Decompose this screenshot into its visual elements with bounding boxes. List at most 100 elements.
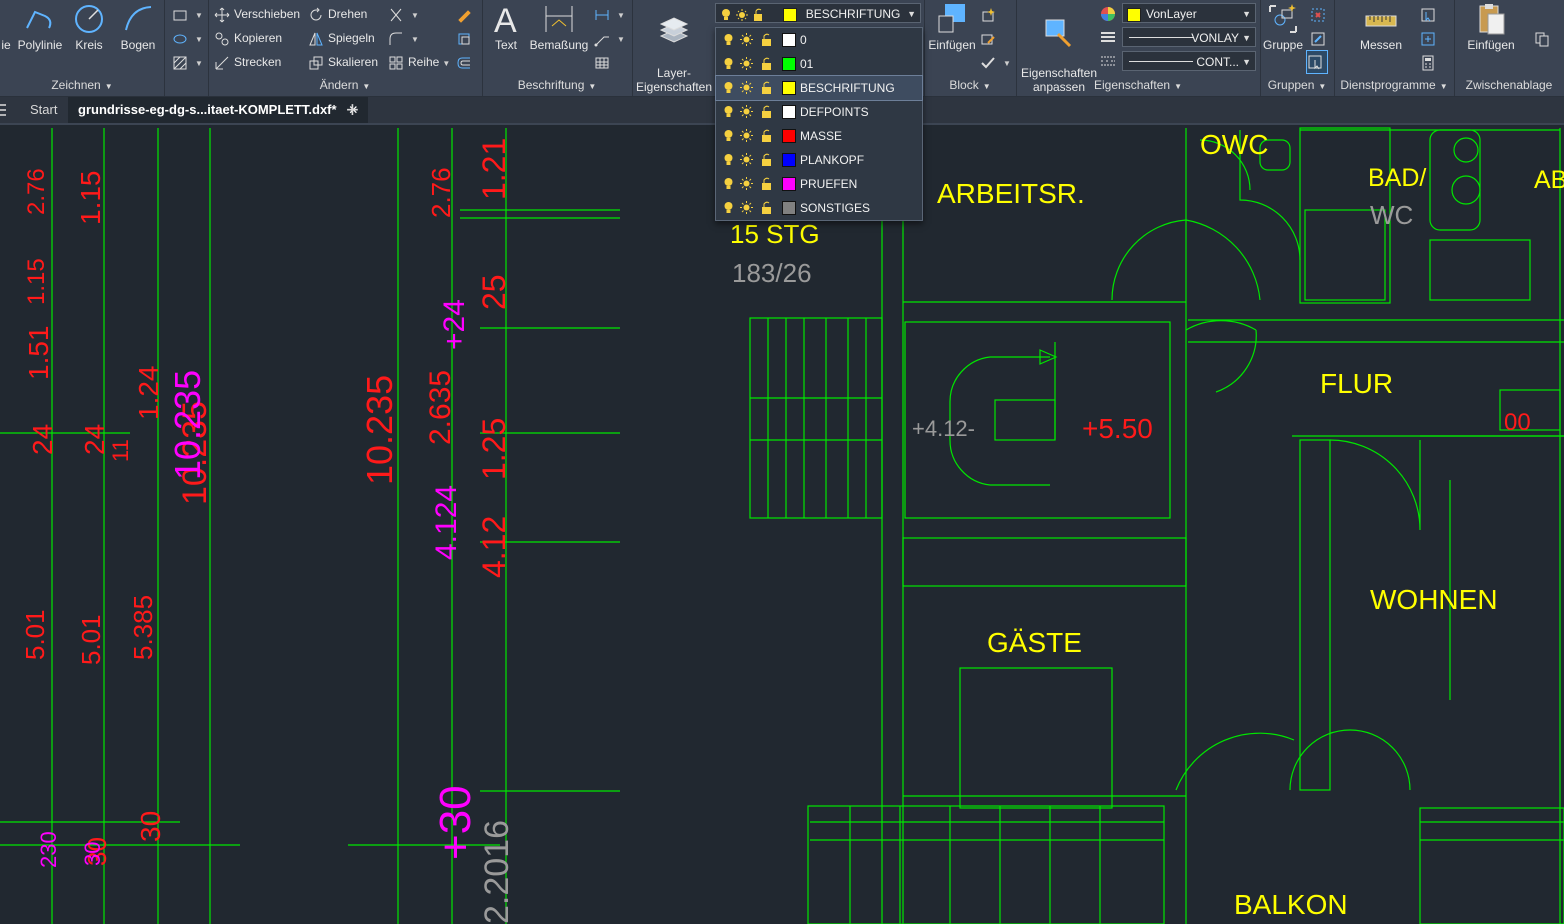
layer-item-masse[interactable]: MASSE xyxy=(716,124,922,148)
level-550: +5.50 xyxy=(1082,413,1153,444)
clipboard-copy-tool[interactable] xyxy=(1534,28,1554,48)
color-wheel-icon[interactable] xyxy=(1100,6,1116,22)
layer-item-defpoints[interactable]: DEFPOINTS xyxy=(716,100,922,124)
measure-button[interactable]: Messen xyxy=(1344,2,1418,52)
panel-title-dienstprogramme[interactable]: Dienstprogramme ▼ xyxy=(1334,77,1454,93)
layer-thaw-icon[interactable] xyxy=(740,81,753,94)
stair-dimension: 183/26 xyxy=(732,258,812,288)
layer-item-0[interactable]: 0 xyxy=(716,28,922,52)
layer-thaw-icon[interactable] xyxy=(740,201,753,214)
layer-unlock-icon[interactable] xyxy=(760,81,773,94)
layer-on-icon[interactable] xyxy=(722,33,735,46)
layer-name: MASSE xyxy=(800,129,843,143)
layer-unlock-icon[interactable] xyxy=(760,105,773,118)
paste-button[interactable]: Einfügen xyxy=(1460,2,1522,52)
mirror-tool[interactable]: Spiegeln xyxy=(308,28,375,48)
tool-polylinie[interactable]: Polylinie xyxy=(14,2,66,52)
tool-ie[interactable]: ie xyxy=(0,2,12,52)
quick-select-tool[interactable] xyxy=(1420,28,1440,48)
mdim-4: +30 xyxy=(431,785,480,860)
layer-on-icon[interactable] xyxy=(722,201,735,214)
layer-combobox[interactable]: BESCHRIFTUNG ▼ xyxy=(715,3,921,23)
layer-item-pruefen[interactable]: PRUEFEN xyxy=(716,172,922,196)
layer-thaw-icon[interactable] xyxy=(740,177,753,190)
ellipse-tool[interactable]: ▼ xyxy=(172,28,203,48)
explode-tool[interactable] xyxy=(456,28,476,48)
layer-on-icon[interactable] xyxy=(722,105,735,118)
layer-on-icon[interactable] xyxy=(722,129,735,142)
line-sample xyxy=(1129,37,1193,38)
layer-thaw-icon[interactable] xyxy=(740,33,753,46)
ungroup-tool[interactable] xyxy=(1310,4,1330,24)
calculator-icon xyxy=(1422,55,1434,71)
color-combobox[interactable]: VonLayer ▼ xyxy=(1122,3,1256,23)
layer-on-icon[interactable] xyxy=(722,153,735,166)
fillet-tool[interactable]: ▼ xyxy=(388,28,419,48)
layer-thaw-icon[interactable] xyxy=(740,57,753,70)
stretch-tool[interactable]: Strecken xyxy=(214,52,281,72)
layer-properties-button[interactable]: Layer- Eigenschaften xyxy=(634,2,714,94)
erase-tool[interactable] xyxy=(456,4,476,24)
room-ab: AB xyxy=(1534,166,1564,194)
layer-unlock-icon[interactable] xyxy=(760,129,773,142)
move-tool[interactable]: Verschieben xyxy=(214,4,300,24)
hatch-tool[interactable]: ▼ xyxy=(172,52,203,72)
layer-thaw-icon[interactable] xyxy=(740,129,753,142)
layer-unlock-icon[interactable] xyxy=(760,153,773,166)
layer-unlock-icon[interactable] xyxy=(760,177,773,190)
select-similar-tool[interactable] xyxy=(1420,4,1440,24)
panel-title-eigenschaften[interactable]: Eigenschaften ▼ xyxy=(1016,77,1260,93)
group-select-tool[interactable] xyxy=(1306,50,1328,74)
layer-item-beschriftung[interactable]: BESCHRIFTUNG xyxy=(715,75,923,101)
scale-tool[interactable]: Skalieren xyxy=(308,52,378,72)
block-edit-tool[interactable] xyxy=(980,28,1000,48)
layer-unlock-icon[interactable] xyxy=(760,201,773,214)
layer-thaw-icon[interactable] xyxy=(740,105,753,118)
block-insert-button[interactable]: Einfügen xyxy=(924,2,980,52)
array-tool[interactable]: Reihe ▼ xyxy=(388,52,450,72)
panel-title-zeichnen[interactable]: Zeichnen ▼ xyxy=(0,77,164,93)
panel-title-aendern[interactable]: Ändern ▼ xyxy=(208,77,482,93)
layer-unlock-icon[interactable] xyxy=(760,57,773,70)
group-edit-tool[interactable] xyxy=(1310,28,1330,48)
lineweight-combobox[interactable]: VONLAY ▼ xyxy=(1122,27,1256,47)
tab-drawing-file[interactable]: grundrisse-eg-dg-s...itaet-KOMPLETT.dxf*… xyxy=(68,97,369,123)
panel-title-beschriftung[interactable]: Beschriftung ▼ xyxy=(482,77,632,93)
linetype-combobox[interactable]: CONT... ▼ xyxy=(1122,51,1256,71)
group-button[interactable]: Gruppe xyxy=(1260,2,1306,52)
layer-on-icon[interactable] xyxy=(722,57,735,70)
tool-kreis[interactable]: Kreis xyxy=(68,2,110,52)
dim-2: 1.15 xyxy=(23,258,50,305)
layer-thaw-icon[interactable] xyxy=(740,153,753,166)
panel-title-gruppen[interactable]: Gruppen ▼ xyxy=(1260,77,1334,93)
copy-tool[interactable]: Kopieren xyxy=(214,28,282,48)
gdim-1: 2.2016 xyxy=(478,820,516,924)
layer-item-01[interactable]: 01 xyxy=(716,52,922,76)
layer-item-sonstiges[interactable]: SONSTIGES xyxy=(716,196,922,220)
rectangle-tool[interactable]: ▼ xyxy=(172,4,203,24)
block-attr-tool[interactable]: ▼ xyxy=(980,52,1011,72)
leader-tool[interactable]: ▼ xyxy=(594,28,625,48)
rotate-tool[interactable]: Drehen xyxy=(308,4,367,24)
layer-on-icon[interactable] xyxy=(722,177,735,190)
menu-icon[interactable] xyxy=(0,97,10,123)
tab-start[interactable]: Start xyxy=(22,97,65,123)
layer-name: 01 xyxy=(800,57,814,71)
tool-text[interactable]: A Text xyxy=(488,2,524,52)
block-create-tool[interactable] xyxy=(980,4,1000,24)
drawing-canvas[interactable]: OWC ARBEITSR. BAD/ AB FLUR WOHNEN GÄSTE … xyxy=(0,124,1564,924)
panel-title-block[interactable]: Block ▼ xyxy=(924,77,1016,93)
dim-6: 24 xyxy=(79,424,110,455)
linear-dim-tool[interactable]: ▼ xyxy=(594,4,625,24)
layer-unlock-icon[interactable] xyxy=(760,33,773,46)
panel-title-zwischenablage: Zwischenablage xyxy=(1465,78,1553,92)
table-tool[interactable] xyxy=(594,52,614,72)
offset-tool[interactable] xyxy=(456,52,476,72)
tool-bemassung[interactable]: Bemaßung xyxy=(526,2,592,52)
tool-bogen[interactable]: Bogen xyxy=(114,2,162,52)
layer-on-icon[interactable] xyxy=(722,81,735,94)
layer-item-plankopf[interactable]: PLANKOPF xyxy=(716,148,922,172)
trim-tool[interactable]: ▼ xyxy=(388,4,419,24)
new-tab-button[interactable]: + xyxy=(346,97,359,123)
calculator-tool[interactable] xyxy=(1420,52,1440,72)
